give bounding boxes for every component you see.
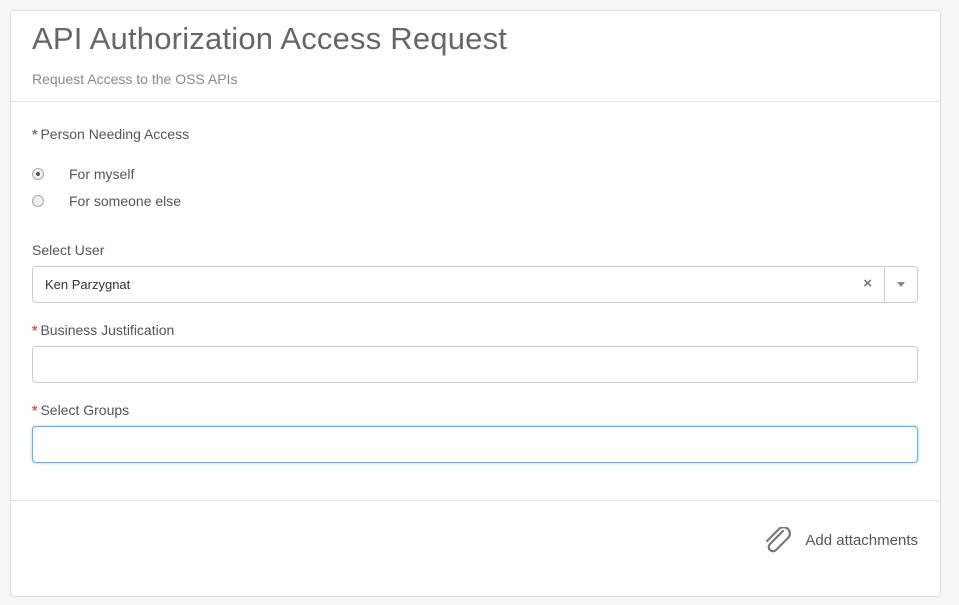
business-justification-text: Business Justification [40, 322, 175, 338]
footer-divider [11, 500, 940, 501]
radio-for-someone-else[interactable]: For someone else [32, 193, 181, 209]
chevron-down-icon [897, 282, 905, 287]
required-marker: * [32, 126, 38, 142]
dropdown-toggle[interactable] [884, 267, 917, 302]
radio-label-for-someone-else: For someone else [69, 193, 182, 209]
form-header: API Authorization Access Request Request… [11, 11, 940, 102]
radio-button-unchecked[interactable] [32, 195, 44, 207]
select-groups-input[interactable] [32, 426, 918, 463]
radio-button-checked[interactable] [32, 168, 44, 180]
select-groups-label: * Select Groups [32, 402, 129, 418]
person-needing-access-label: * Person Needing Access [32, 126, 189, 142]
selected-user-value: Ken Parzygnat [45, 277, 131, 292]
business-justification-input[interactable] [32, 346, 918, 383]
page-title: API Authorization Access Request [32, 21, 508, 56]
radio-for-myself[interactable]: For myself [32, 166, 134, 182]
paperclip-icon [766, 527, 792, 553]
clear-selection-icon[interactable]: × [863, 275, 872, 292]
select-groups-text: Select Groups [40, 402, 130, 418]
page-subtitle: Request Access to the OSS APIs [32, 71, 238, 87]
request-form-card: API Authorization Access Request Request… [10, 10, 941, 597]
person-needing-access-text: Person Needing Access [40, 126, 190, 142]
select-user-dropdown[interactable]: Ken Parzygnat × [32, 266, 918, 303]
select-user-label: Select User [32, 242, 105, 258]
add-attachments-button[interactable]: Add attachments [763, 527, 918, 553]
business-justification-label: * Business Justification [32, 322, 174, 338]
radio-label-for-myself: For myself [69, 166, 135, 182]
required-marker: * [32, 402, 38, 418]
required-marker: * [32, 322, 38, 338]
add-attachments-label: Add attachments [805, 531, 918, 549]
